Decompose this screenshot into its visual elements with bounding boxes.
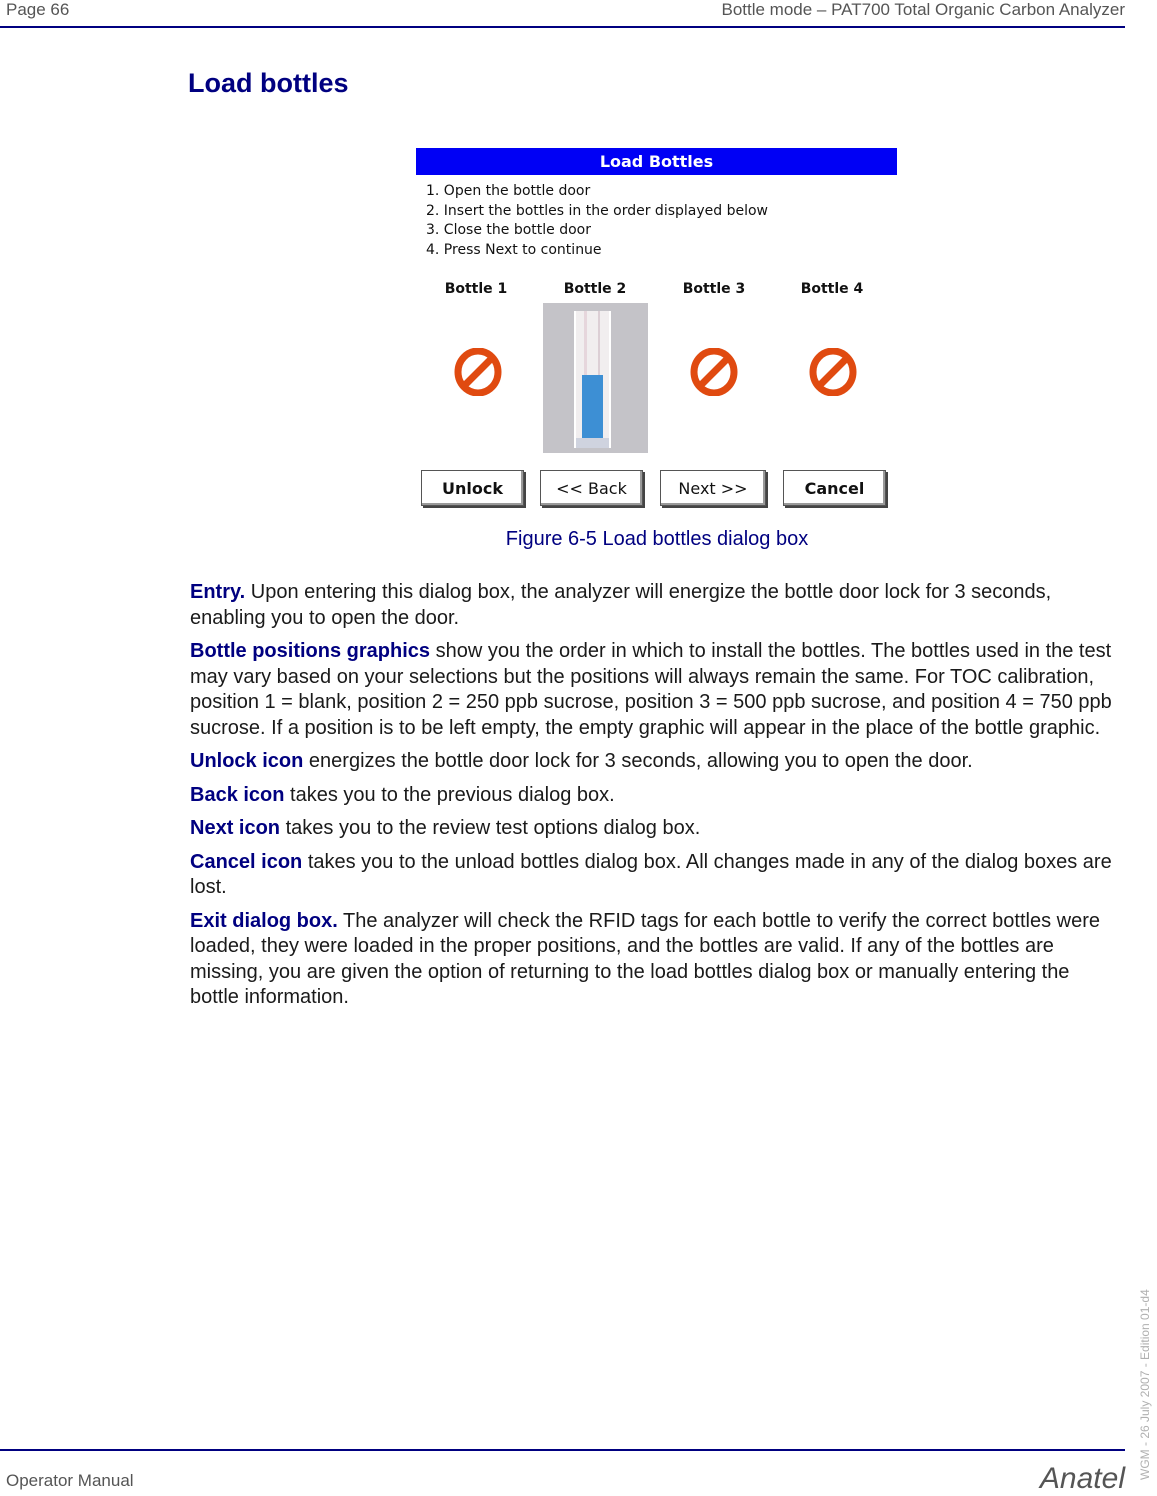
footer-manual-label: Operator Manual bbox=[6, 1471, 134, 1490]
no-entry-icon bbox=[809, 348, 857, 396]
instruction-step: 1. Open the bottle door bbox=[426, 183, 591, 199]
running-header: Bottle mode – PAT700 Total Organic Carbo… bbox=[721, 0, 1125, 19]
instruction-step: 3. Close the bottle door bbox=[426, 222, 591, 238]
paragraph-bottle-positions: Bottle positions graphics show you the o… bbox=[190, 640, 1112, 739]
cancel-button[interactable]: Cancel bbox=[783, 470, 886, 506]
unlock-button[interactable]: Unlock bbox=[421, 470, 524, 506]
dialog-instructions: 1. Open the bottle door 2. Insert the bo… bbox=[426, 182, 768, 260]
figure-caption: Figure 6-5 Load bottles dialog box bbox=[505, 528, 809, 550]
bottle-graphic bbox=[543, 303, 648, 453]
page-title: Load bottles bbox=[188, 68, 349, 98]
paragraph-unlock-icon: Unlock icon energizes the bottle door lo… bbox=[190, 750, 973, 772]
paragraph-cancel-icon: Cancel icon takes you to the unload bott… bbox=[190, 850, 1112, 899]
no-entry-icon bbox=[690, 348, 738, 396]
edition-note: WGM - 26 July 2007 - Edition 01-d4 bbox=[1138, 1289, 1152, 1480]
bottle-3-label: Bottle 3 bbox=[682, 281, 746, 297]
term: Back icon bbox=[190, 783, 285, 806]
body-text: Entry. Upon entering this dialog box, th… bbox=[190, 580, 1122, 1019]
term: Cancel icon bbox=[190, 850, 303, 873]
term: Exit dialog box. bbox=[190, 909, 338, 932]
footer-rule bbox=[0, 1449, 1125, 1451]
paragraph-next-icon: Next icon takes you to the review test o… bbox=[190, 817, 701, 839]
paragraph-back-icon: Back icon takes you to the previous dial… bbox=[190, 783, 615, 806]
dialog-title-bar: Load Bottles bbox=[416, 148, 897, 175]
paragraph-exit-dialog: Exit dialog box. The analyzer will check… bbox=[190, 909, 1100, 1009]
back-button[interactable]: << Back bbox=[540, 470, 643, 506]
term: Bottle positions graphics bbox=[190, 640, 431, 662]
instruction-step: 2. Insert the bottles in the order displ… bbox=[426, 202, 769, 219]
bottle-4-label: Bottle 4 bbox=[800, 281, 864, 297]
bottle-tube bbox=[574, 311, 611, 448]
no-entry-icon bbox=[454, 348, 502, 396]
footer-brand: Anatel bbox=[1039, 1462, 1125, 1495]
instruction-step: 4. Press Next to continue bbox=[426, 241, 602, 258]
page-number: Page 66 bbox=[6, 0, 70, 19]
load-bottles-dialog-figure: Load Bottles 1. Open the bottle door 2. … bbox=[416, 148, 898, 513]
next-button[interactable]: Next >> bbox=[660, 470, 766, 506]
bottle-liquid bbox=[582, 375, 603, 440]
bottle-2-label: Bottle 2 bbox=[563, 281, 627, 297]
term: Entry. bbox=[190, 581, 246, 603]
term: Unlock icon bbox=[190, 750, 304, 772]
paragraph-entry: Entry. Upon entering this dialog box, th… bbox=[190, 581, 1052, 629]
header-rule bbox=[0, 26, 1125, 28]
term: Next icon bbox=[190, 817, 281, 839]
bottle-1-label: Bottle 1 bbox=[444, 281, 508, 297]
